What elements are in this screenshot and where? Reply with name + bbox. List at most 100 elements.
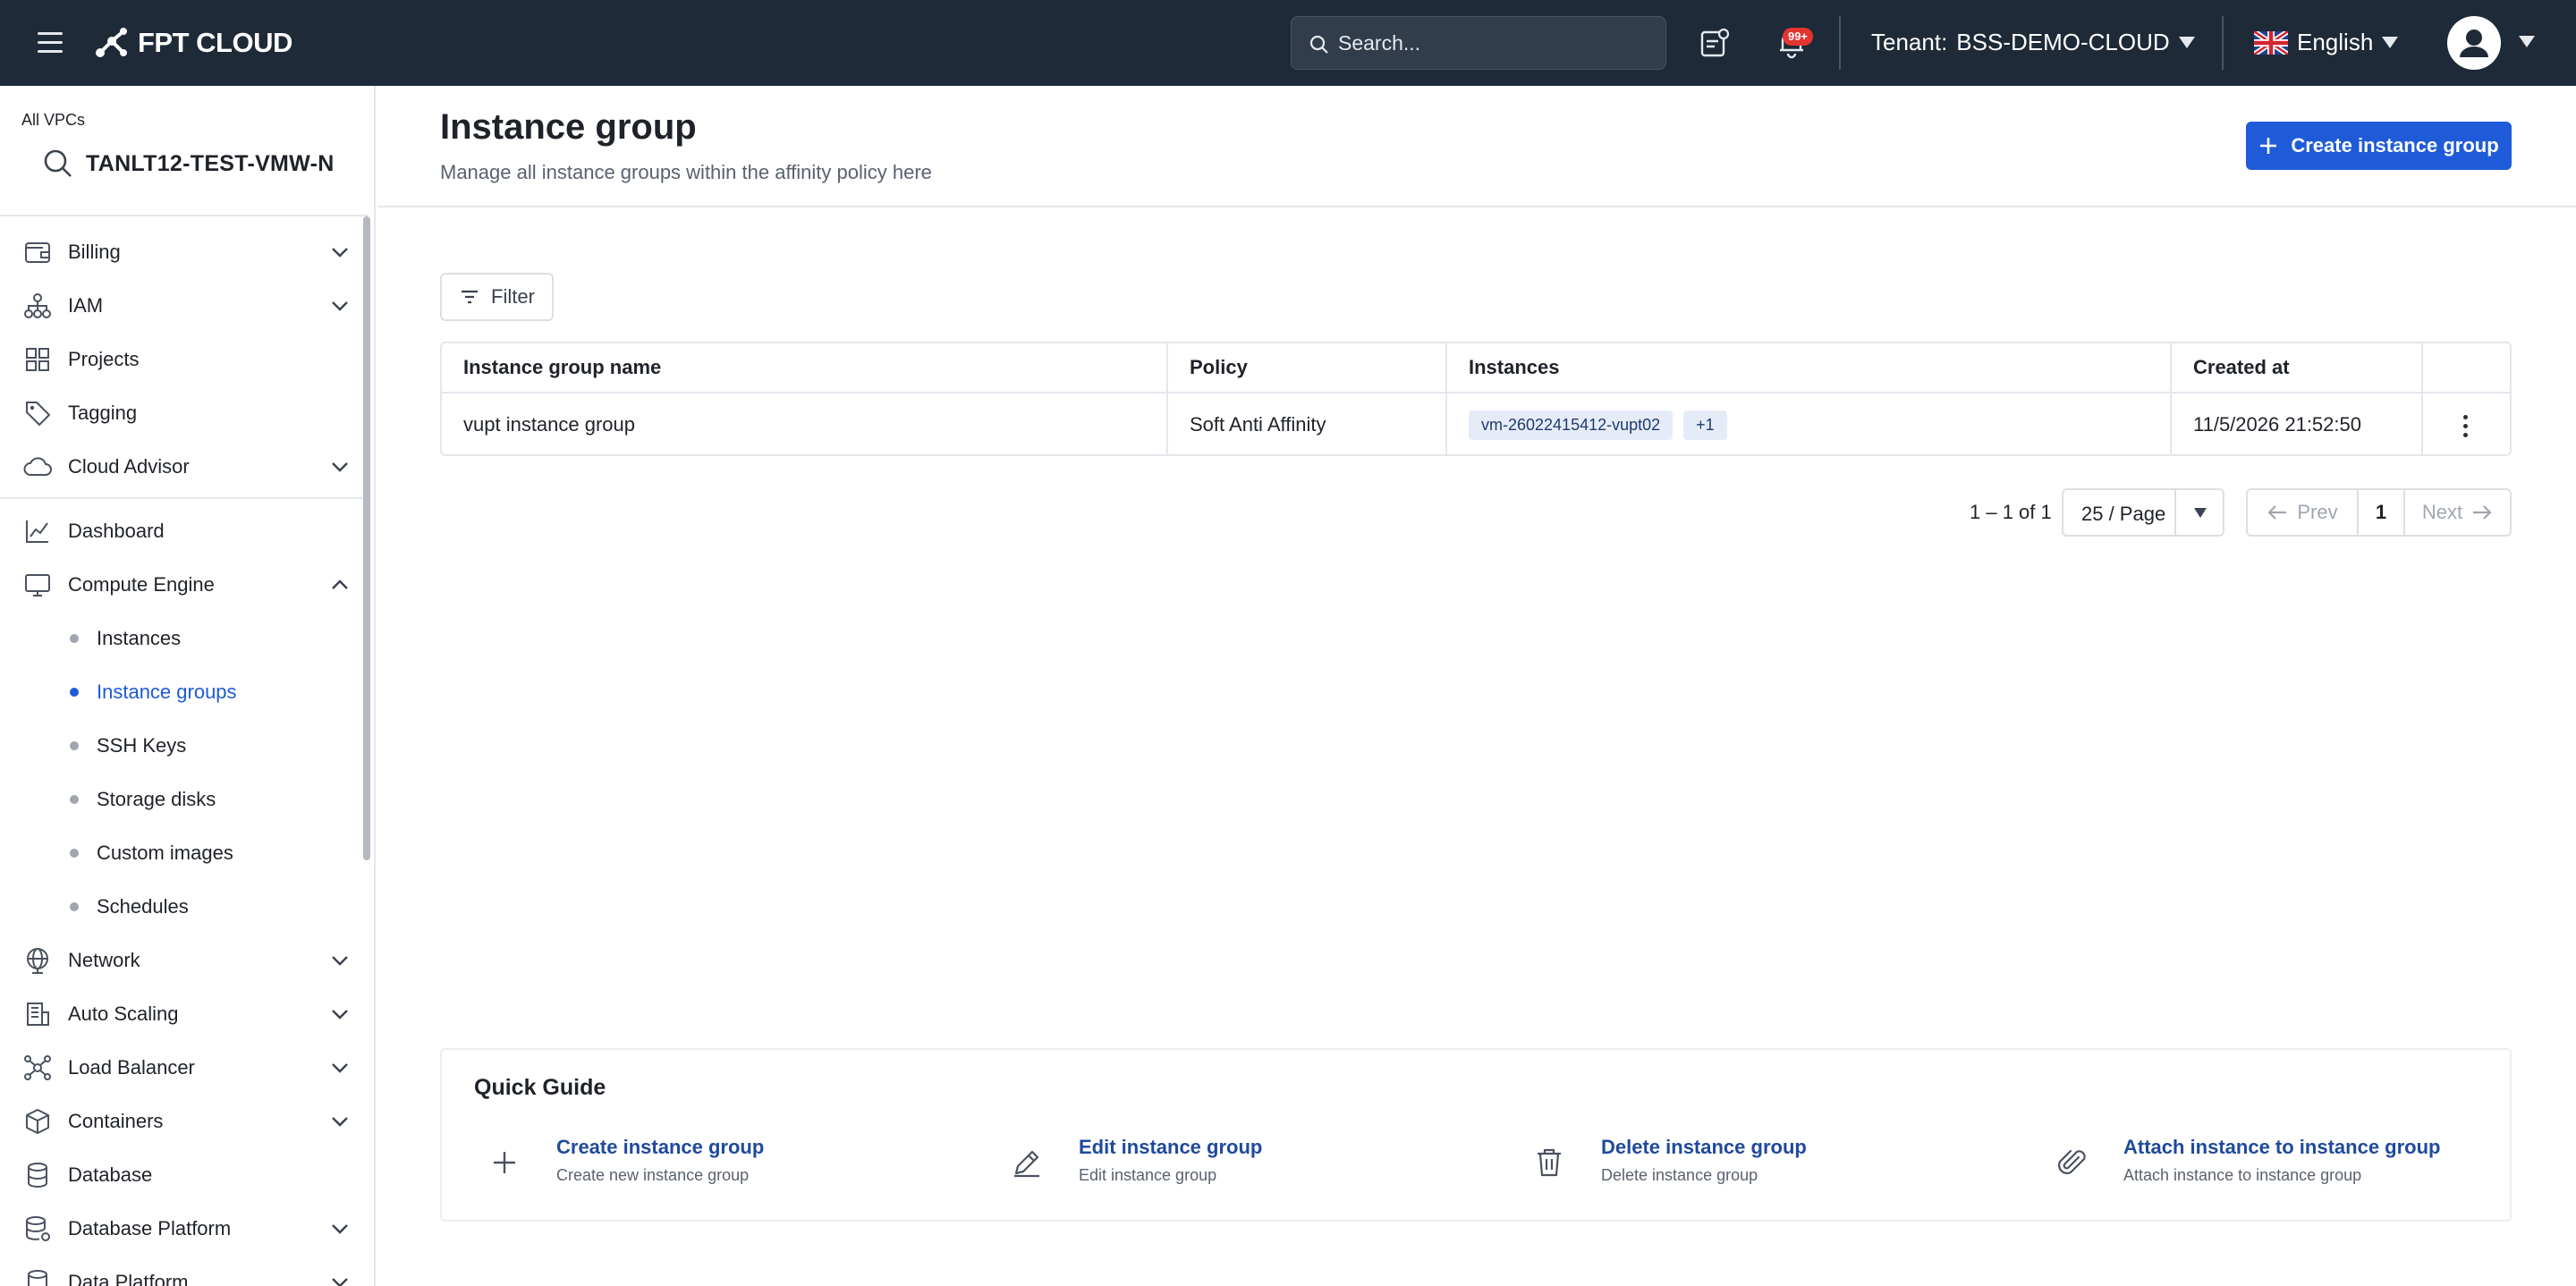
sidebar-item-network[interactable]: Network [21, 943, 352, 978]
pagination-controls: Prev 1 Next [2246, 488, 2512, 537]
sidebar-item-database-platform[interactable]: Database Platform [21, 1211, 352, 1247]
next-page-button[interactable]: Next [2405, 490, 2510, 535]
language-caret-icon [2382, 37, 2399, 48]
hierarchy-icon [24, 293, 51, 318]
page-title: Instance group [440, 107, 697, 147]
row-actions-menu-icon[interactable] [2456, 413, 2474, 440]
vpc-label: All VPCs [21, 111, 86, 129]
sidebar-item-billing[interactable]: Billing [21, 234, 352, 270]
monitor-icon [25, 574, 50, 596]
quick-guide-panel: Quick Guide Create instance group Create… [440, 1048, 2512, 1222]
sidebar-item-cloud-advisor[interactable]: Cloud Advisor [21, 449, 352, 485]
bullet-icon [70, 688, 79, 697]
chevron-down-icon [332, 1117, 348, 1127]
database-platform-icon [26, 1216, 50, 1241]
language-selector[interactable]: English [2254, 29, 2399, 56]
sidebar-item-label: Auto Scaling [68, 1003, 179, 1025]
tenant-selector[interactable]: Tenant: BSS-DEMO-CLOUD [1871, 29, 2195, 56]
column-header-created-at[interactable]: Created at [2172, 343, 2423, 392]
guide-item-title[interactable]: Attach instance to instance group [2123, 1136, 2441, 1159]
cell-created-at: 11/5/2026 21:52:50 [2172, 393, 2423, 454]
guide-item-subtitle: Delete instance group [1601, 1166, 1758, 1184]
page-size-select[interactable]: 25 / Page [2062, 488, 2224, 537]
guide-create-instance-group[interactable]: Create instance group Create new instanc… [487, 1136, 987, 1189]
sidebar-item-compute-engine[interactable]: Compute Engine [21, 567, 352, 603]
sidebar-subitem-ssh-keys[interactable]: SSH Keys [70, 728, 338, 764]
arrow-right-icon [2473, 505, 2492, 520]
sidebar-item-dashboard[interactable]: Dashboard [21, 513, 352, 549]
paperclip-icon [2058, 1149, 2086, 1174]
search-icon [44, 149, 72, 177]
prev-page-button[interactable]: Prev [2248, 490, 2357, 535]
column-header-name[interactable]: Instance group name [442, 343, 1168, 392]
hamburger-menu-icon[interactable] [36, 29, 72, 57]
sidebar-item-load-balancer[interactable]: Load Balancer [21, 1050, 352, 1086]
current-page-button[interactable]: 1 [2357, 490, 2405, 535]
bullet-icon [70, 741, 79, 750]
instance-chip[interactable]: vm-26022415412-vupt02 [1469, 410, 1674, 440]
sidebar-item-containers[interactable]: Containers [21, 1104, 352, 1139]
guide-item-subtitle: Attach instance to instance group [2123, 1166, 2362, 1184]
prev-label: Prev [2297, 501, 2338, 523]
sidebar-item-label: Load Balancer [68, 1056, 195, 1079]
sidebar-item-auto-scaling[interactable]: Auto Scaling [21, 996, 352, 1032]
sidebar-subitem-custom-images[interactable]: Custom images [70, 835, 338, 871]
trash-icon [1538, 1148, 1561, 1177]
vpc-name: TANLT12-TEST-VMW-N [86, 150, 335, 176]
column-header-policy[interactable]: Policy [1168, 343, 1447, 392]
sidebar-scrollbar[interactable] [363, 216, 370, 860]
fpt-cloud-logo[interactable]: FPT CLOUD [93, 23, 292, 63]
database-icon [28, 1163, 47, 1188]
sidebar-item-label: Dashboard [68, 520, 165, 542]
sidebar-subitem-label: Instances [97, 627, 182, 649]
more-instances-chip[interactable]: +1 [1683, 410, 1727, 440]
table-row[interactable]: vupt instance group Soft Anti Affinity v… [442, 393, 2510, 454]
guide-item-title[interactable]: Edit instance group [1079, 1136, 1262, 1159]
tenant-value: BSS-DEMO-CLOUD [1956, 29, 2170, 55]
vpc-selector[interactable]: TANLT12-TEST-VMW-N [43, 148, 335, 179]
filter-label: Filter [491, 285, 535, 308]
sidebar-subitem-storage-disks[interactable]: Storage disks [70, 782, 338, 817]
guide-item-title[interactable]: Delete instance group [1601, 1136, 1807, 1159]
arrow-left-icon [2267, 505, 2287, 520]
cell-group-name[interactable]: vupt instance group [442, 393, 1168, 454]
quick-guide-title: Quick Guide [474, 1075, 606, 1100]
sidebar-item-label: Compute Engine [68, 573, 215, 596]
sidebar-item-tagging[interactable]: Tagging [21, 395, 352, 431]
topbar-divider [1839, 16, 1841, 70]
sidebar-subitem-label: SSH Keys [97, 734, 187, 757]
pencil-icon [1014, 1150, 1039, 1178]
top-navigation-bar: FPT CLOUD 99+ Tenant: BSS-DEMO-CLOUD Eng… [0, 0, 2576, 86]
uk-flag-icon [2254, 30, 2288, 55]
next-label: Next [2421, 501, 2463, 523]
global-search[interactable] [1291, 16, 1666, 70]
guide-delete-instance-group[interactable]: Delete instance group Delete instance gr… [1531, 1136, 2032, 1189]
table-header: Instance group name Policy Instances Cre… [442, 343, 2510, 393]
guide-attach-instance[interactable]: Attach instance to instance group Attach… [2054, 1136, 2555, 1189]
guide-item-title[interactable]: Create instance group [556, 1136, 764, 1159]
create-instance-group-button[interactable]: Create instance group [2246, 122, 2512, 170]
filter-button[interactable]: Filter [440, 273, 554, 321]
global-search-input[interactable] [1338, 28, 1642, 58]
guide-edit-instance-group[interactable]: Edit instance group Edit instance group [1009, 1136, 1510, 1189]
sidebar-item-database[interactable]: Database [21, 1157, 352, 1193]
sidebar-item-data-platform[interactable]: Data Platform [21, 1265, 352, 1286]
sidebar-subitem-label: Storage disks [97, 788, 216, 810]
user-avatar[interactable] [2447, 16, 2501, 70]
network-icon [24, 1055, 51, 1080]
cloud-icon [23, 457, 52, 476]
sidebar-item-label: Cloud Advisor [68, 455, 190, 478]
chevron-down-icon [332, 301, 348, 311]
sidebar-subitem-instance-groups[interactable]: Instance groups [70, 674, 338, 710]
sidebar-item-iam[interactable]: IAM [21, 288, 352, 324]
instance-group-table: Instance group name Policy Instances Cre… [440, 342, 2512, 456]
sidebar-item-label: Database Platform [68, 1217, 232, 1239]
user-menu-caret-icon[interactable] [2519, 36, 2535, 47]
support-ticket-icon[interactable] [1697, 25, 1733, 61]
sidebar-item-projects[interactable]: Projects [21, 342, 352, 377]
cell-policy: Soft Anti Affinity [1168, 393, 1447, 454]
chevron-down-icon [332, 1278, 348, 1286]
sidebar-subitem-instances[interactable]: Instances [70, 621, 338, 656]
column-header-instances[interactable]: Instances [1447, 343, 2172, 392]
sidebar-subitem-schedules[interactable]: Schedules [70, 889, 338, 925]
